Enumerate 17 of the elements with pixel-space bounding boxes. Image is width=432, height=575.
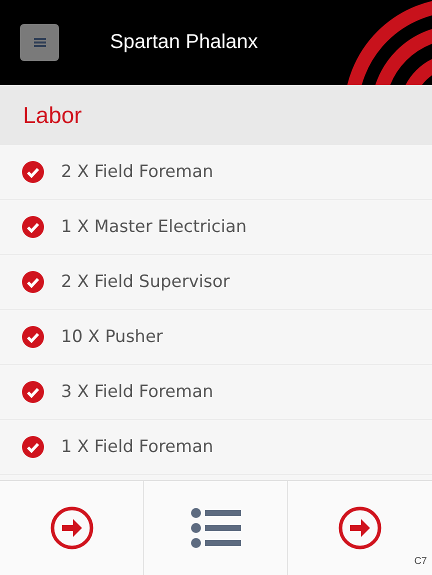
app-title: Spartan Phalanx	[110, 31, 258, 54]
arrow-circle-icon	[338, 506, 382, 550]
list-button[interactable]	[144, 481, 288, 575]
list-icon	[190, 508, 240, 548]
labor-label: 3 X Field Foreman	[61, 382, 214, 402]
menu-button[interactable]	[20, 24, 59, 61]
arrow-circle-icon	[50, 506, 94, 550]
next-button[interactable]: C7	[288, 481, 432, 575]
labor-label: 10 X Pusher	[61, 327, 163, 347]
labor-label: 1 X Field Foreman	[61, 437, 214, 457]
labor-label: 1 X Master Electrician	[61, 217, 247, 237]
menu-icon	[34, 38, 46, 47]
corner-label: C7	[414, 556, 427, 567]
labor-label: 2 X Field Foreman	[61, 162, 214, 182]
next-button[interactable]	[0, 481, 144, 575]
labor-label: 2 X Field Supervisor	[61, 272, 230, 292]
section-title: Labor	[23, 102, 82, 128]
